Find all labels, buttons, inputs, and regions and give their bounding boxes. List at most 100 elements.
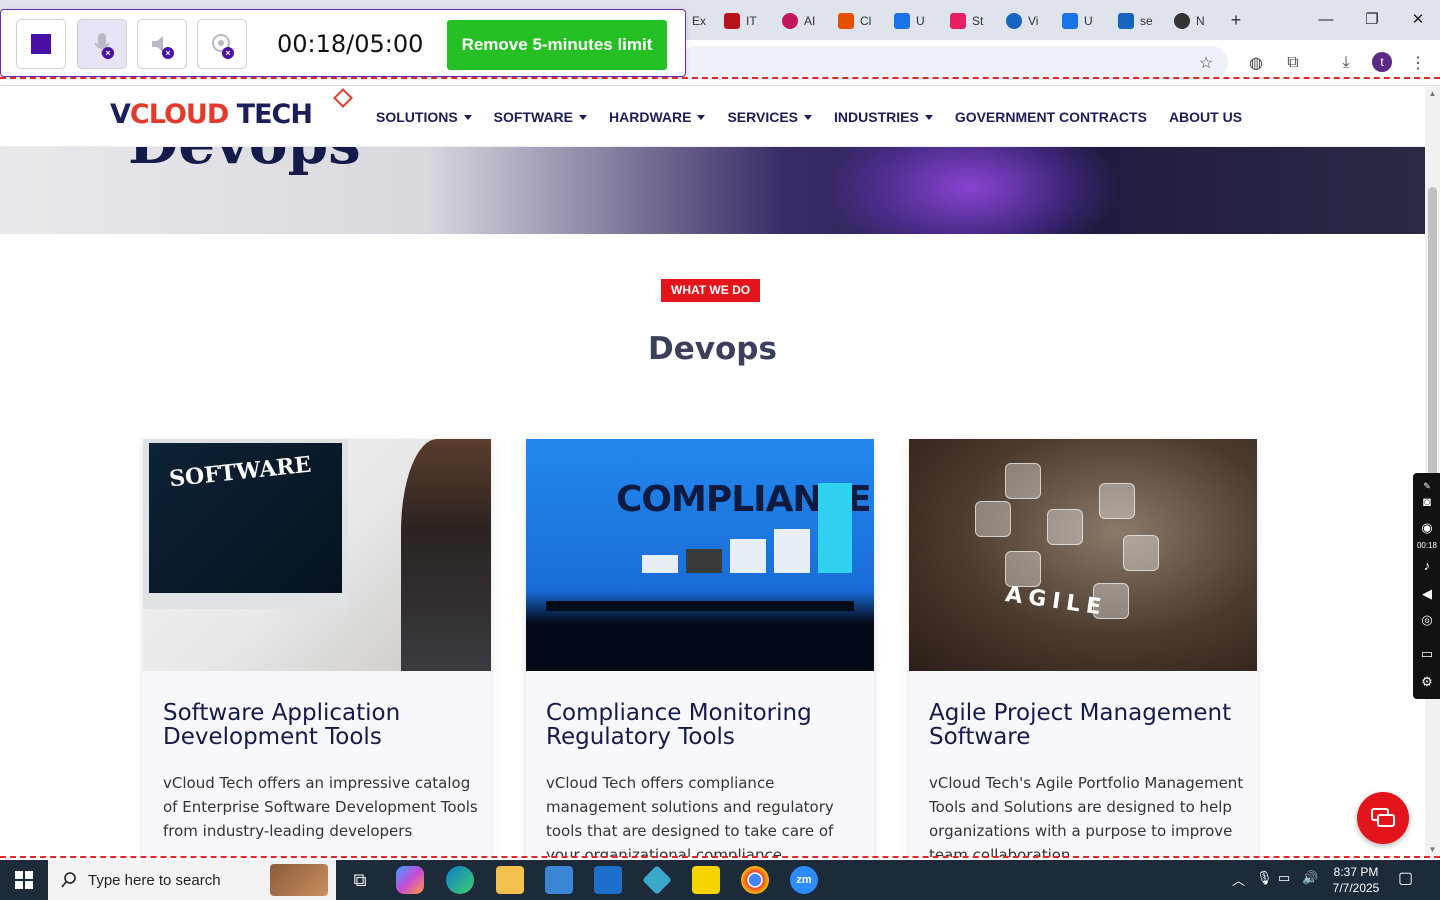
webcam-icon[interactable]: ◎ [1418,611,1436,629]
site-header: VCLOUD TECH SOLUTIONS SOFTWARE HARDWARE … [0,87,1425,147]
zoom-icon[interactable]: zm [790,866,818,894]
chart-bar-decoration [686,549,722,573]
tab-label: AI [804,14,816,28]
nav-item-government-contracts[interactable]: GOVERNMENT CONTRACTS [955,109,1147,125]
chrome-icon[interactable] [741,866,769,894]
logo-diamond-icon [333,88,353,108]
browser-tab-9[interactable]: se [1118,8,1153,34]
nav-item-hardware[interactable]: HARDWARE [609,109,706,125]
edge-icon[interactable] [446,866,474,894]
hero-glow-decoration [820,147,1120,234]
microphone-toggle-button[interactable]: × [77,19,127,69]
nav-item-solutions[interactable]: SOLUTIONS [376,109,472,125]
notifications-icon[interactable]: ▢ [1398,868,1413,888]
browser-tab-5[interactable]: U [894,8,925,34]
system-clock[interactable]: 8:37 PM 7/7/2025 [1326,864,1386,896]
bookmark-star-icon[interactable]: ☆ [1195,52,1217,74]
browser-tab-6[interactable]: St [950,8,983,34]
network-icon[interactable]: ▭ [1278,870,1290,886]
page-scrollbar[interactable]: ▲ ▼ [1425,87,1440,857]
service-card[interactable]: SOFTWARE Software Application Developmen… [143,439,491,857]
chart-bar-decoration [730,539,766,573]
browser-tab-10[interactable]: N [1174,8,1205,34]
tab-label: IT [746,14,757,28]
microphone-tray-icon[interactable]: 🎙 [1256,870,1273,886]
browser-tab-2[interactable]: IT [724,8,757,34]
record-icon[interactable]: ◉ [1418,519,1436,537]
nav-label: INDUSTRIES [834,109,919,125]
card-description: vCloud Tech's Agile Portfolio Management… [929,774,1244,857]
chat-button[interactable] [1357,792,1409,844]
microsoft-store-icon[interactable] [545,866,573,894]
person-illustration [401,439,491,671]
muted-badge-icon: × [222,47,234,59]
site-logo[interactable]: VCLOUD TECH [110,99,313,130]
show-hidden-icons-icon[interactable]: ︿ [1232,870,1245,889]
clock-date: 7/7/2025 [1332,881,1380,895]
microphone-icon[interactable]: ♪ [1418,557,1436,575]
browser-menu-icon[interactable]: ⋮ [1407,52,1429,74]
nav-item-services[interactable]: SERVICES [727,109,813,125]
nav-item-industries[interactable]: INDUSTRIES [834,109,933,125]
muted-badge-icon: × [162,47,174,59]
task-view-icon[interactable]: ⧉ [346,866,374,894]
mail-icon[interactable] [594,866,622,894]
extensions-icon[interactable]: ⧉ [1282,52,1304,74]
logo-cloud: CLOUD [129,99,229,130]
card-title[interactable]: Software Application Development Tools [163,701,473,749]
service-card[interactable]: COMPLIANCE Compliance Monitoring Regulat… [526,439,874,857]
close-window-button[interactable]: ✕ [1398,8,1438,32]
card-title[interactable]: Compliance Monitoring Regulatory Tools [546,701,856,749]
browser-tab-3[interactable]: AI [782,8,815,34]
recording-timer: 00:18/05:00 [277,30,424,58]
browser-tab-7[interactable]: Vi [1006,8,1038,34]
system-audio-toggle-button[interactable]: × [137,19,187,69]
profile-avatar[interactable]: t [1372,52,1392,72]
section-badge: WHAT WE DO [661,279,761,302]
gear-icon[interactable]: ⚙ [1418,673,1436,691]
chart-bar-decoration [818,483,852,573]
browser-tab-1[interactable]: Ex [692,8,706,34]
monitor-screen: SOFTWARE [149,443,342,593]
stop-recording-button[interactable] [16,19,66,69]
new-tab-button[interactable]: + [1226,10,1246,30]
scroll-up-arrow-icon[interactable]: ▲ [1428,89,1437,99]
translate-icon[interactable]: ◍ [1245,52,1267,74]
nav-label: ABOUT US [1168,109,1243,125]
nav-item-about-us[interactable]: ABOUT US [1169,109,1242,125]
nav-item-software[interactable]: SOFTWARE [494,109,588,125]
camera-icon[interactable]: ◙ [1418,493,1436,511]
window-icon[interactable]: ▭ [1418,645,1436,663]
nav-label: SERVICES [727,109,799,125]
download-icon[interactable]: ⤓ [1335,52,1357,74]
app-diamond-icon[interactable] [642,865,672,895]
scroll-down-arrow-icon[interactable]: ▼ [1428,845,1437,855]
maximize-button[interactable]: ❐ [1352,8,1392,32]
browser-tab-8[interactable]: U [1062,8,1093,34]
copilot-icon[interactable] [396,866,424,894]
file-explorer-icon[interactable] [496,866,524,894]
hexagon-icon [1005,463,1041,499]
screen: Ex IT AI Cl U St Vi U se N + — ❐ ✕ ☆ ◍ ⧉… [0,0,1440,900]
section-title: Devops [648,331,777,367]
taskbar-search[interactable]: Type here to search [48,860,336,900]
search-placeholder: Type here to search [88,871,221,889]
remove-limit-button[interactable]: Remove 5-minutes limit [447,20,667,70]
network-icon [1047,509,1083,545]
card-image: COMPLIANCE [526,439,874,671]
search-highlight-image [270,864,328,896]
start-button[interactable] [0,860,48,900]
speaker-icon[interactable]: ◀ [1418,585,1436,603]
service-card[interactable]: AGILE Agile Project Management Software … [909,439,1257,857]
sticky-notes-icon[interactable] [692,866,720,894]
address-bar[interactable] [680,46,1228,80]
chart-bar-decoration [774,529,810,573]
tab-favicon-icon [1062,13,1078,29]
volume-icon[interactable]: 🔊 [1302,870,1318,886]
browser-tab-4[interactable]: Cl [838,8,871,34]
minimize-button[interactable]: — [1306,8,1346,32]
webcam-toggle-button[interactable]: × [197,19,247,69]
tab-label: N [1196,14,1205,28]
recorder-side-panel: ✎ ◙ ◉ 00:18 ♪ ◀ ◎ ▭ ⚙ [1413,473,1440,699]
card-title[interactable]: Agile Project Management Software [929,701,1239,749]
